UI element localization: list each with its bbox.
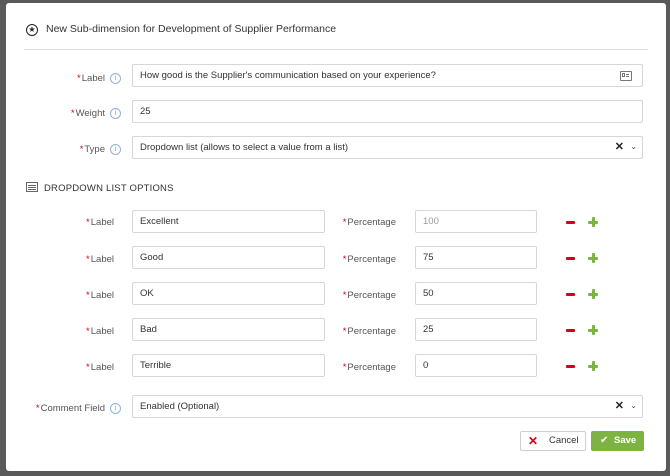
plus-icon[interactable] xyxy=(588,253,598,263)
clear-icon[interactable]: ✕ xyxy=(615,137,624,158)
minus-icon[interactable] xyxy=(566,257,575,260)
check-icon: ✔ xyxy=(600,435,609,446)
type-field-label: *Type i xyxy=(46,144,121,155)
plus-icon[interactable] xyxy=(588,325,598,335)
label-field-label: *Label i xyxy=(46,73,121,84)
star-icon: ★ xyxy=(26,24,38,36)
option-percentage-label: *Percentage xyxy=(342,362,396,373)
info-icon[interactable]: i xyxy=(110,144,121,155)
option-percentage-label: *Percentage xyxy=(342,217,396,228)
minus-icon[interactable] xyxy=(566,293,575,296)
close-icon: ✕ xyxy=(528,434,539,448)
modal-title: New Sub-dimension for Development of Sup… xyxy=(46,23,337,35)
option-label-input[interactable]: Terrible xyxy=(132,354,325,377)
option-label-input[interactable]: Bad xyxy=(132,318,325,341)
info-icon[interactable]: i xyxy=(110,108,121,119)
modal-dialog: ★ New Sub-dimension for Development of S… xyxy=(6,3,666,471)
cancel-button[interactable]: ✕ Cancel xyxy=(520,431,586,451)
option-label-input[interactable]: OK xyxy=(132,282,325,305)
plus-icon[interactable] xyxy=(588,289,598,299)
option-percentage-input[interactable]: 0 xyxy=(415,354,537,377)
minus-icon[interactable] xyxy=(566,329,575,332)
info-icon[interactable]: i xyxy=(110,73,121,84)
info-icon[interactable]: i xyxy=(110,403,121,414)
option-percentage-input[interactable]: 50 xyxy=(415,282,537,305)
minus-icon[interactable] xyxy=(566,365,575,368)
plus-icon[interactable] xyxy=(588,217,598,227)
list-icon xyxy=(26,182,38,192)
option-label-label: *Label xyxy=(86,326,114,337)
option-label-label: *Label xyxy=(86,290,114,301)
chevron-down-icon[interactable]: ⌄ xyxy=(630,137,637,157)
option-label-label: *Label xyxy=(86,217,114,228)
modal-header: ★ New Sub-dimension for Development of S… xyxy=(24,21,648,50)
comment-field-label: *Comment Field i xyxy=(26,403,121,414)
section-title: DROPDOWN LIST OPTIONS xyxy=(44,183,174,194)
option-percentage-input[interactable]: 25 xyxy=(415,318,537,341)
option-percentage-input[interactable]: 100 xyxy=(415,210,537,233)
plus-icon[interactable] xyxy=(588,361,598,371)
option-percentage-label: *Percentage xyxy=(342,326,396,337)
option-label-label: *Label xyxy=(86,362,114,373)
type-select[interactable]: Dropdown list (allows to select a value … xyxy=(132,136,643,159)
chevron-down-icon[interactable]: ⌄ xyxy=(630,396,637,416)
weight-input[interactable]: 25 xyxy=(132,100,643,123)
label-input[interactable]: How good is the Supplier's communication… xyxy=(132,64,643,87)
option-label-input[interactable]: Excellent xyxy=(132,210,325,233)
text-format-icon[interactable] xyxy=(620,71,632,81)
option-percentage-input[interactable]: 75 xyxy=(415,246,537,269)
option-label-input[interactable]: Good xyxy=(132,246,325,269)
weight-field-label: *Weight i xyxy=(46,108,121,119)
comment-field-select[interactable]: Enabled (Optional) ✕ ⌄ xyxy=(132,395,643,418)
option-percentage-label: *Percentage xyxy=(342,254,396,265)
minus-icon[interactable] xyxy=(566,221,575,224)
clear-icon[interactable]: ✕ xyxy=(615,396,624,417)
option-percentage-label: *Percentage xyxy=(342,290,396,301)
save-button[interactable]: ✔ Save xyxy=(591,431,644,451)
option-label-label: *Label xyxy=(86,254,114,265)
